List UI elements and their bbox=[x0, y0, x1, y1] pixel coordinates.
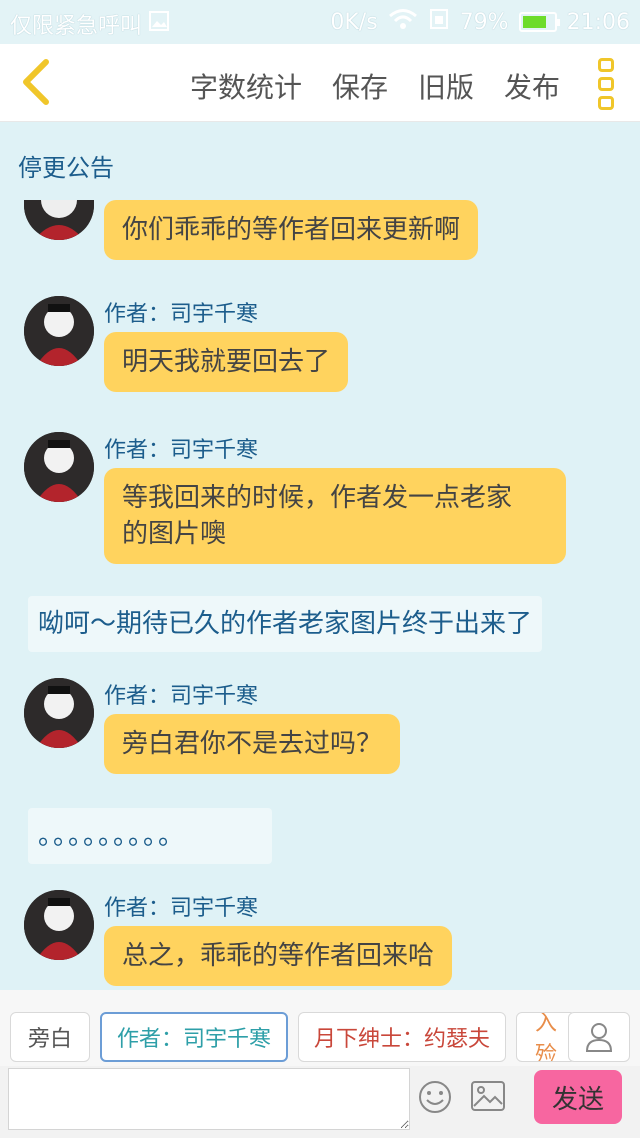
user-icon[interactable] bbox=[568, 1012, 630, 1062]
narration-text: 。。。。。。。。。 bbox=[28, 808, 272, 864]
message-line: 的图片噢 bbox=[122, 519, 227, 549]
sender-name: 作者：司宇千寒 bbox=[104, 438, 259, 463]
picture-icon[interactable] bbox=[470, 1080, 506, 1112]
role-knight-button[interactable]: 月下绅士：约瑟夫 bbox=[298, 1012, 506, 1062]
battery-fill bbox=[522, 16, 547, 28]
sender-name: 作者：司宇千寒 bbox=[104, 684, 259, 709]
save-button[interactable]: 保存 bbox=[332, 66, 388, 106]
avatar[interactable] bbox=[24, 296, 94, 366]
role-narrator-button[interactable]: 旁白 bbox=[10, 1012, 90, 1062]
toolbar-actions: 字数统计 保存 旧版 发布 bbox=[190, 66, 560, 106]
message-bubble: 等我回来的时候，作者发一点老家 的图片噢 bbox=[104, 468, 566, 564]
message-bubble: 明天我就要回去了 bbox=[104, 332, 349, 392]
word-count-button[interactable]: 字数统计 bbox=[190, 66, 302, 106]
menu-dot bbox=[598, 77, 614, 91]
battery-percent: 79% bbox=[459, 9, 509, 35]
top-toolbar: 字数统计 保存 旧版 发布 bbox=[0, 44, 640, 122]
avatar[interactable] bbox=[24, 432, 94, 502]
status-left: 仅限紧急呼叫 bbox=[10, 8, 170, 40]
chat-content[interactable]: 停更公告 你们乖乖的等作者回来更新啊 作者：司宇千寒 明天我就要回去了 作者：司… bbox=[0, 122, 640, 990]
message-bubble: 总之，乖乖的等作者回来哈 bbox=[104, 926, 453, 986]
input-bar: 发送 bbox=[0, 1066, 640, 1138]
status-right: 0K/s 79% 21:06 bbox=[330, 8, 630, 36]
role-selector: 旁白 作者：司宇千寒 月下绅士：约瑟夫 入殓 bbox=[0, 990, 640, 1066]
message-input[interactable] bbox=[8, 1068, 410, 1130]
send-button[interactable]: 发送 bbox=[534, 1070, 622, 1124]
role-extra-button[interactable]: 入殓 bbox=[516, 1012, 576, 1062]
more-menu-icon[interactable] bbox=[598, 58, 618, 110]
battery-icon bbox=[518, 12, 560, 32]
menu-dot bbox=[598, 58, 614, 72]
chevron-left-icon bbox=[23, 59, 49, 105]
old-version-button[interactable]: 旧版 bbox=[418, 66, 474, 106]
menu-dot bbox=[598, 96, 614, 110]
publish-button[interactable]: 发布 bbox=[504, 66, 560, 106]
sender-name: 作者：司宇千寒 bbox=[104, 302, 259, 327]
avatar[interactable] bbox=[24, 678, 94, 748]
status-bar: 仅限紧急呼叫 0K/s 79% 21:06 bbox=[0, 0, 640, 44]
status-emergency-text: 仅限紧急呼叫 bbox=[10, 14, 143, 39]
avatar[interactable] bbox=[24, 200, 94, 240]
avatar[interactable] bbox=[24, 890, 94, 960]
sender-name: 作者：司宇千寒 bbox=[104, 896, 259, 921]
sim-icon bbox=[428, 8, 450, 36]
image-icon bbox=[148, 10, 170, 38]
emoji-icon[interactable] bbox=[418, 1080, 452, 1114]
notice-title: 停更公告 bbox=[18, 154, 114, 182]
message-line: 等我回来的时候，作者发一点老家 bbox=[122, 483, 513, 513]
clock: 21:06 bbox=[566, 9, 630, 35]
wifi-icon bbox=[388, 8, 418, 36]
message-bubble: 旁白君你不是去过吗？ bbox=[104, 714, 401, 774]
narration-text: 呦呵～期待已久的作者老家图片终于出来了 bbox=[28, 596, 543, 652]
message-bubble: 你们乖乖的等作者回来更新啊 bbox=[104, 200, 479, 260]
network-speed: 0K/s bbox=[330, 9, 378, 35]
role-author-button[interactable]: 作者：司宇千寒 bbox=[100, 1012, 288, 1062]
back-button[interactable] bbox=[16, 58, 56, 106]
